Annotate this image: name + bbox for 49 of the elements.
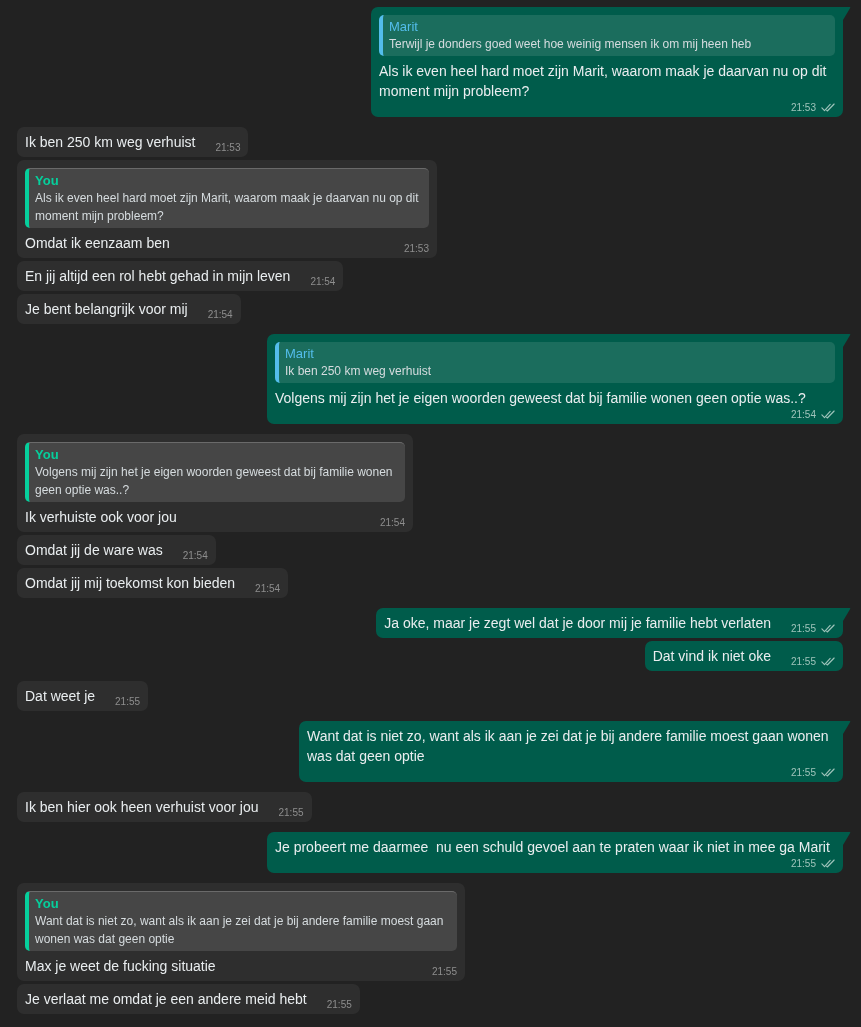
message-text: Dat vind ik niet oke xyxy=(652,647,771,666)
quote-author: You xyxy=(35,447,60,463)
message-text: Dat weet je xyxy=(25,687,96,706)
message-text: Je probeert me daarmee nu een schuld gevoel aan te praten waar ik niet in mee ga Marit xyxy=(275,838,830,857)
message-text: Ja oke, maar je zegt wel dat je door mij je familie hebt verlaten xyxy=(384,614,771,633)
quote-author: Marit xyxy=(389,19,419,35)
message-time: 21:53 xyxy=(403,242,429,255)
quote-text: Want dat is niet zo, want als ik aan je zei dat je bij andere familie moest gaan wonen was dat geen optie xyxy=(35,913,445,948)
quoted-message[interactable]: You Als ik even heel hard moet zijn Marit, waarom maak je daarvan nu op dit moment mijn probleem? xyxy=(25,168,429,228)
quoted-message[interactable]: Marit Ik ben 250 km weg verhuist xyxy=(275,342,835,383)
message-text: Ik ben hier ook heen verhuist voor jou xyxy=(25,798,259,817)
quote-text: Ik ben 250 km weg verhuist xyxy=(285,363,433,380)
message-text: En jij altijd een rol hebt gehad in mijn leven xyxy=(25,267,291,286)
message-text: Je bent belangrijk voor mij xyxy=(25,300,188,319)
message-time: 21:55 xyxy=(431,965,457,978)
message-time: 21:53 xyxy=(215,141,241,154)
message-text: Als ik even heel hard moet zijn Marit, waarom maak je daarvan nu op dit moment mijn probleem? xyxy=(379,62,828,101)
message-time: 21:55 xyxy=(278,806,304,819)
message-text: Volgens mij zijn het je eigen woorden geweest dat bij familie wonen geen optie was..? xyxy=(275,389,806,408)
message-text: Omdat jij de ware was xyxy=(25,541,163,560)
message-time: 21:54 xyxy=(182,549,208,562)
message-time: 21:55 xyxy=(790,766,816,779)
message-time: 21:54 xyxy=(790,408,816,421)
quote-text: Terwijl je donders goed weet hoe weinig mensen ik om mij heen heb xyxy=(389,36,753,53)
quoted-message[interactable]: Marit Terwijl je donders goed weet hoe weinig mensen ik om mij heen heb xyxy=(379,15,835,56)
message-time: 21:55 xyxy=(790,622,816,635)
quoted-message[interactable]: You Want dat is niet zo, want als ik aan je zei dat je bij andere familie moest gaan wonen was dat geen optie xyxy=(25,891,457,951)
quote-author: You xyxy=(35,173,60,189)
message-text: Max je weet de fucking situatie xyxy=(25,957,216,976)
quote-text: Als ik even heel hard moet zijn Marit, waarom maak je daarvan nu op dit moment mijn probleem? xyxy=(35,190,419,225)
message-text: Je verlaat me omdat je een andere meid hebt xyxy=(25,990,307,1009)
message-time: 21:54 xyxy=(207,308,233,321)
message-text: Ik ben 250 km weg verhuist xyxy=(25,133,196,152)
message-time: 21:54 xyxy=(255,582,281,595)
quoted-message[interactable]: You Volgens mij zijn het je eigen woorden geweest dat bij familie wonen geen optie was..? xyxy=(25,442,405,502)
message-time: 21:55 xyxy=(115,695,141,708)
message-time: 21:54 xyxy=(379,516,405,529)
message-time: 21:54 xyxy=(310,275,336,288)
message-time: 21:55 xyxy=(326,998,352,1011)
message-time: 21:55 xyxy=(790,655,816,668)
message-text: Want dat is niet zo, want als ik aan je zei dat je bij andere familie moest gaan wonen was dat geen optie xyxy=(307,727,830,766)
message-text: Ik verhuiste ook voor jou xyxy=(25,508,177,527)
quote-author: You xyxy=(35,896,60,912)
quote-author: Marit xyxy=(285,346,315,362)
message-time: 21:55 xyxy=(790,857,816,870)
quote-text: Volgens mij zijn het je eigen woorden geweest dat bij familie wonen geen optie was..? xyxy=(35,464,394,499)
message-text: Omdat ik eenzaam ben xyxy=(25,234,170,253)
message-text: Omdat jij mij toekomst kon bieden xyxy=(25,574,236,593)
message-time: 21:53 xyxy=(790,101,816,114)
